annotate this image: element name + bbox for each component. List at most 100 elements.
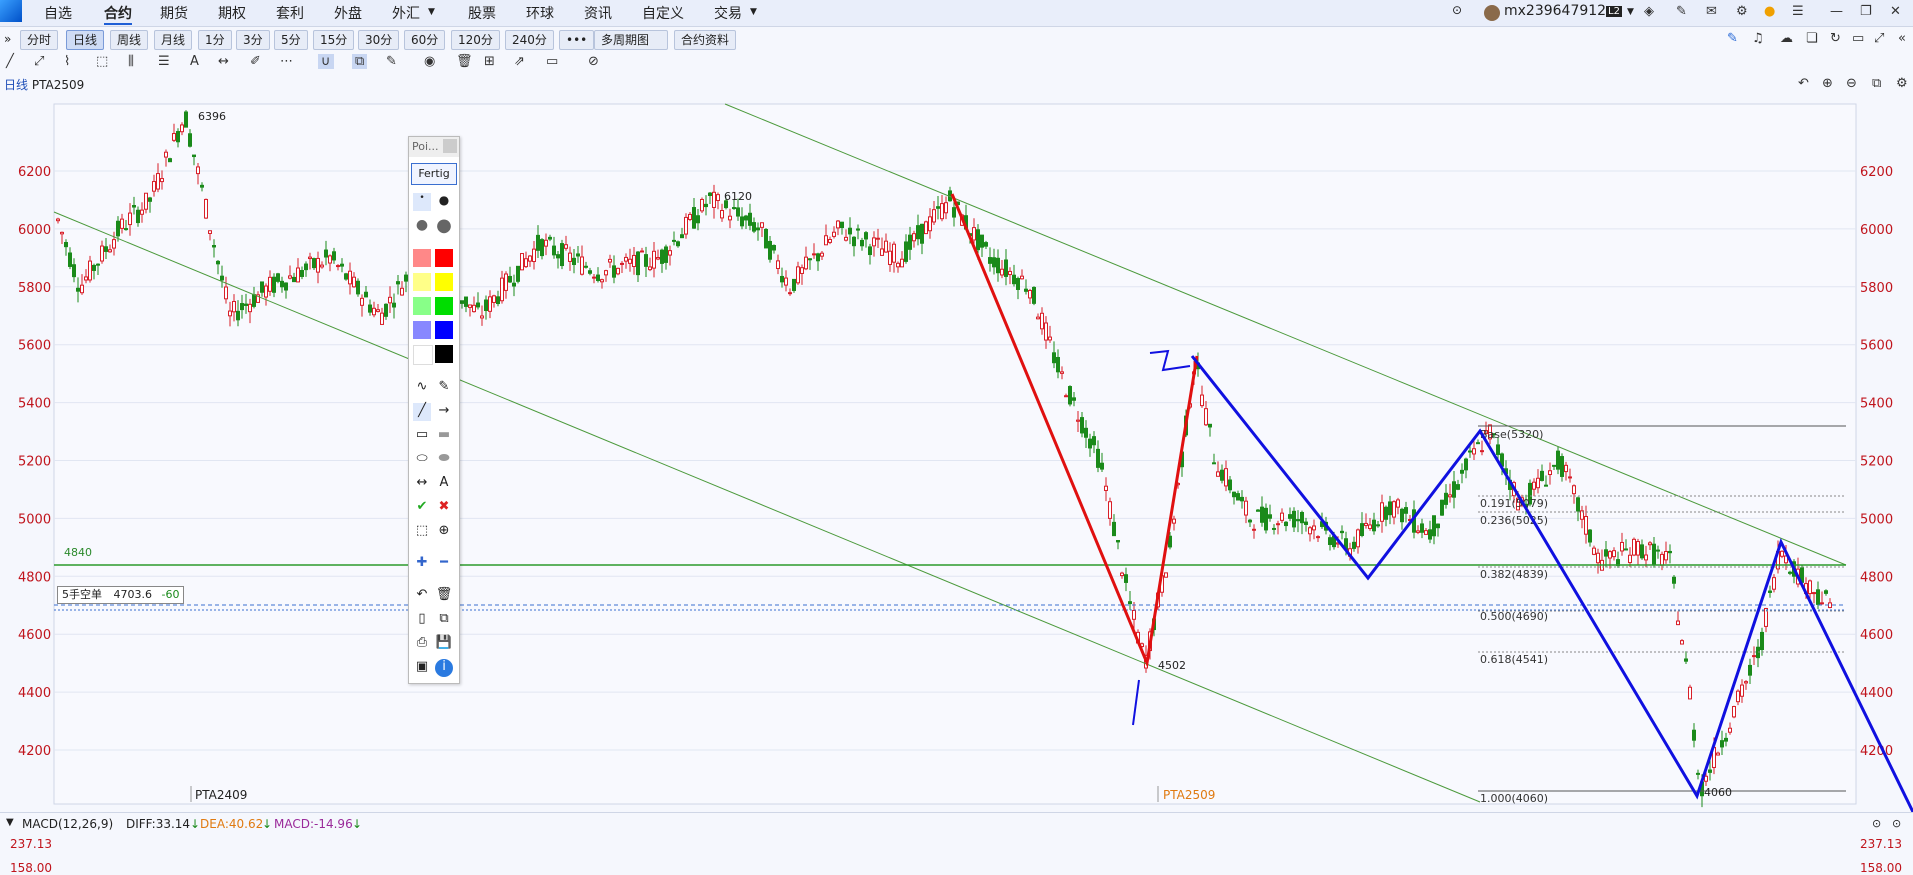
candle-body	[508, 275, 512, 283]
palette-close-icon[interactable]	[443, 139, 457, 153]
arrow-icon[interactable]: →	[435, 403, 453, 421]
minus-icon[interactable]: ━	[435, 555, 453, 573]
candle-body	[1264, 507, 1268, 531]
macd-name[interactable]: MACD(12,26,9)	[22, 817, 113, 831]
double-arrow-icon[interactable]: ↔	[413, 475, 431, 493]
candlestick-chart[interactable]: 4200 4400 4600 4800 5000 5200 5400 5600 5800 6000…	[0, 0, 1913, 812]
candle-body	[640, 250, 644, 253]
position-label: 5手空单	[62, 588, 102, 601]
save-icon[interactable]: 💾	[435, 635, 453, 653]
candle-body	[288, 275, 292, 279]
candle-body	[716, 194, 720, 201]
line-icon[interactable]: ╱	[413, 403, 431, 421]
color-swatch-green[interactable]	[435, 297, 453, 315]
candle-body	[852, 236, 856, 247]
color-swatch-light-blue[interactable]	[413, 321, 431, 339]
candle-body	[756, 227, 760, 231]
candle-body	[208, 230, 212, 234]
color-swatch-red[interactable]	[435, 249, 453, 267]
collapse-macd-icon[interactable]: ▼	[6, 817, 14, 828]
candle-body	[1696, 772, 1700, 775]
image-icon[interactable]: ▣	[413, 659, 431, 677]
candle-body	[1244, 500, 1248, 516]
filled-ellipse-icon[interactable]: ⬬	[435, 451, 453, 469]
info-icon[interactable]: i	[435, 659, 453, 677]
crop-icon[interactable]: ⬚	[413, 523, 431, 541]
macd-diff: DIFF:33.14	[126, 817, 191, 831]
candle-body	[928, 216, 932, 232]
candle-body	[860, 239, 864, 247]
candle-body	[924, 221, 928, 235]
candle-body	[600, 279, 604, 283]
undo-icon[interactable]: ↶	[413, 587, 431, 605]
rectangle-icon[interactable]: ▭	[413, 427, 431, 445]
text-icon[interactable]: A	[435, 475, 453, 493]
candle-body	[1016, 278, 1020, 290]
filled-rectangle-icon[interactable]: ▬	[435, 427, 453, 445]
freehand-icon[interactable]: ∿	[413, 379, 431, 397]
candle-body	[512, 282, 516, 287]
candle-body	[244, 303, 248, 306]
candle-body	[736, 207, 740, 217]
candle-body	[732, 207, 736, 210]
candle-body	[56, 218, 60, 222]
color-swatch-yellow[interactable]	[435, 273, 453, 291]
candle-body	[648, 266, 652, 271]
new-page-icon[interactable]: ▯	[413, 611, 431, 629]
marker-icon[interactable]: ✎	[435, 379, 453, 397]
candle-body	[1124, 574, 1128, 583]
candle-body	[1496, 444, 1500, 455]
color-swatch-light-red[interactable]	[413, 249, 431, 267]
candle-body	[200, 184, 204, 188]
candle-body	[1552, 464, 1556, 467]
copy-icon[interactable]: ⧉	[435, 611, 453, 629]
candle-body	[644, 254, 648, 267]
position-price: 4703.6	[113, 588, 153, 601]
candle-body	[1444, 492, 1448, 505]
dot-xlarge-icon[interactable]: ●	[435, 217, 453, 235]
candle-body	[1360, 523, 1364, 536]
position-panel[interactable]: 5手空单 4703.6 -60	[57, 586, 185, 604]
candle-body	[828, 239, 832, 243]
candle-body	[316, 257, 320, 273]
plus-icon[interactable]: ✚	[413, 555, 431, 573]
candle-body	[380, 312, 384, 325]
zoom-icon[interactable]: ⊕	[435, 523, 453, 541]
ellipse-icon[interactable]: ⬭	[413, 451, 431, 469]
candle-body	[1820, 602, 1824, 605]
candle-body	[792, 278, 796, 291]
trash-icon[interactable]: 🗑	[435, 587, 453, 605]
color-swatch-white[interactable]	[413, 345, 433, 365]
candle-body	[1340, 530, 1344, 534]
dot-large-icon[interactable]: ●	[413, 217, 431, 235]
color-swatch-black[interactable]	[435, 345, 453, 363]
y-tick-label: 5600	[18, 339, 51, 354]
candle-body	[536, 234, 540, 251]
candle-body	[1004, 259, 1008, 277]
candle-body	[1048, 336, 1052, 341]
candle-body	[1056, 356, 1060, 373]
y-tick-label: 5200	[18, 455, 51, 470]
color-swatch-light-green[interactable]	[413, 297, 431, 315]
candle-body	[1064, 395, 1068, 398]
candle-body	[248, 303, 252, 313]
candle-body	[1636, 541, 1640, 556]
candle-body	[940, 203, 944, 220]
candle-body	[132, 205, 136, 208]
candle-body	[680, 234, 684, 239]
color-swatch-blue[interactable]	[435, 321, 453, 339]
candle-body	[516, 265, 520, 282]
y-tick-label: 6000	[1860, 223, 1893, 238]
macd-close-icon[interactable]: ⊙	[1892, 817, 1901, 830]
candle-body	[1788, 571, 1792, 574]
macd-settings-icon[interactable]: ⊙	[1872, 817, 1881, 830]
print-icon[interactable]: ⎙	[413, 635, 431, 653]
palette-done-button[interactable]: Fertig	[411, 163, 457, 185]
candle-body	[392, 302, 396, 308]
color-swatch-light-yellow[interactable]	[413, 273, 431, 291]
dot-small-icon[interactable]: •	[413, 193, 431, 211]
dot-medium-icon[interactable]: ●	[435, 193, 453, 211]
checkmark-icon[interactable]: ✔	[413, 499, 431, 517]
cross-icon[interactable]: ✖	[435, 499, 453, 517]
candle-body	[772, 244, 776, 251]
